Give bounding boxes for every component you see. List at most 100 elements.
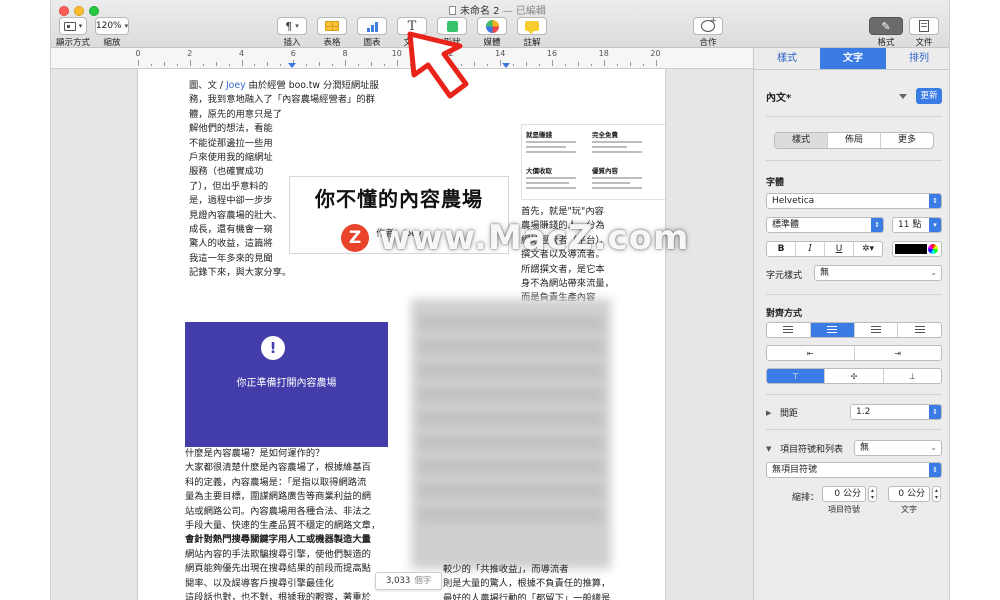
comment-button[interactable] <box>517 17 547 35</box>
document-label: 文件 <box>915 38 933 48</box>
ruler-number: 16 <box>546 49 558 58</box>
tab-text[interactable]: 文字 <box>820 48 886 69</box>
minimize-window-button[interactable] <box>74 6 84 16</box>
align-center-button[interactable] <box>810 323 855 337</box>
text-style-buttons: B I U ✲▾ <box>766 241 883 257</box>
disclosure-down-icon[interactable]: ▼ <box>766 445 771 453</box>
spacing-value: 1.2 <box>856 407 871 417</box>
subtab-style[interactable]: 樣式 <box>775 133 828 148</box>
watermark: Z www.MacZ.com <box>341 218 689 258</box>
exclamation-icon: ! <box>261 336 285 360</box>
tab-arrange[interactable]: 排列 <box>886 48 949 69</box>
inline-image-thumbnail[interactable]: 就是賺錢 完全免費 大價收取 優質內容 <box>521 124 665 200</box>
ruler-number: 10 <box>391 49 402 58</box>
ruler-tick <box>655 60 657 66</box>
comment-label: 註解 <box>523 38 541 48</box>
align-top-button[interactable]: ⊤ <box>767 369 826 383</box>
view-button[interactable]: ▾ <box>59 17 87 35</box>
zoom-select[interactable]: 120% ▾ <box>95 17 129 35</box>
insert-button[interactable]: ¶ ▾ <box>277 17 307 35</box>
align-bottom-button[interactable]: ⊥ <box>884 369 941 383</box>
author-link[interactable]: Joey <box>226 80 246 91</box>
chart-icon <box>366 21 378 32</box>
text-color-well[interactable] <box>892 241 942 257</box>
disclosure-triangle-icon[interactable] <box>899 94 907 99</box>
bullet-indent-field[interactable]: 0 公分 <box>822 486 866 502</box>
ruler-tick <box>629 62 631 66</box>
font-size-field[interactable]: 11 點 ▾ <box>892 217 942 233</box>
disclosure-right-icon[interactable]: ▶ <box>766 409 771 417</box>
align-right-button[interactable] <box>855 323 899 337</box>
font-weight-value: 標準體 <box>772 220 800 230</box>
text-line: 網站內容的手法欺騙搜尋引擎，使他們製造的 <box>185 548 371 560</box>
bullets-select[interactable]: 無 ⌄ <box>854 440 942 456</box>
increase-indent-button[interactable]: ⇥ <box>855 346 942 360</box>
window-title: 未命名 2 — 已編輯 <box>449 2 546 17</box>
text-indent-field[interactable]: 0 公分 <box>888 486 930 502</box>
chevron-down-icon: ▾ <box>929 218 941 232</box>
text-line: 這段話也對，也不對，根據我的觀察，著重於 <box>185 592 371 600</box>
decrease-indent-button[interactable]: ⇤ <box>767 346 855 360</box>
paragraph-style-row[interactable]: 內文* 更新 <box>766 88 942 106</box>
zoom-window-button[interactable] <box>89 6 99 16</box>
bullet-type-select[interactable]: 無項目符號 ⇕ <box>766 462 942 478</box>
watermark-text: www.MacZ.com <box>379 218 690 258</box>
font-weight-select[interactable]: 標準體 ⇕ <box>766 217 884 233</box>
text-line: 最好的人農場行動的「都留下」一般總是 <box>443 592 611 600</box>
zoom-label: 縮放 <box>103 38 121 48</box>
collaborate-button[interactable] <box>693 16 723 35</box>
align-middle-button[interactable]: ✣ <box>825 369 884 383</box>
close-window-button[interactable] <box>59 6 69 16</box>
bottom-right-text[interactable]: 較少的「共推收益」，而導流者 則是大量的驚人，根據不負責任的推算， 最好的人農場… <box>443 563 663 600</box>
text-line: 大家都很清楚什麼是內容農場了，根據維基百 <box>185 462 371 474</box>
tab-style[interactable]: 樣式 <box>754 48 820 69</box>
text-line: 科的定義，內容農場是：「是指以取得網路流 <box>185 476 367 488</box>
word-count-badge[interactable]: 3,033 個字 <box>375 572 443 590</box>
update-style-button[interactable]: 更新 <box>916 88 942 104</box>
chart-button[interactable] <box>357 17 387 35</box>
document-page[interactable]: 圖、文 / Joey 由於經營 boo.tw 分潤短網址服 務，我到意地融入了「… <box>138 69 665 600</box>
spacing-label: 間距 <box>780 409 799 419</box>
ruler-tick <box>267 62 269 66</box>
underline-button[interactable]: U <box>825 242 854 256</box>
alert-text: 你正準備打開內容農場 <box>236 378 337 389</box>
align-left-button[interactable] <box>767 323 811 337</box>
text-indent-stepper[interactable]: ▴ ▾ <box>932 486 941 502</box>
word-count-unit: 個字 <box>414 576 432 586</box>
table-button[interactable] <box>317 17 347 35</box>
align-justify-button[interactable] <box>898 323 941 337</box>
left-indent-marker[interactable] <box>288 63 296 68</box>
blurred-image[interactable] <box>411 299 611 569</box>
text-line: 所謂撰文者，是它本 <box>521 263 605 275</box>
subtab-layout[interactable]: 佈局 <box>828 133 881 148</box>
paragraph-style-name: 內文* <box>766 93 792 104</box>
color-wheel-icon[interactable] <box>928 244 938 254</box>
collaborate-label: 合作 <box>699 38 717 48</box>
text-line: 體，原先的用意只是了 <box>189 108 282 120</box>
ruler-scale: 02468101214161820 <box>135 48 665 69</box>
comment-icon <box>525 21 539 34</box>
bullet-indent-stepper[interactable]: ▴ ▾ <box>868 486 877 502</box>
alignment-heading: 對齊方式 <box>766 309 803 319</box>
char-style-select[interactable]: 無 ⌄ <box>814 265 942 281</box>
spacing-select[interactable]: 1.2 ⇕ <box>850 404 942 420</box>
format-button[interactable]: ✎ <box>869 17 903 35</box>
document-button[interactable] <box>909 17 939 35</box>
font-family-value: Helvetica <box>772 196 815 206</box>
ruler[interactable]: 02468101214161820 <box>51 48 753 69</box>
text-line: 會針對熱門搜尋關鍵字用人工或機器製造大量 <box>185 534 371 546</box>
font-family-select[interactable]: Helvetica ⇕ <box>766 193 942 209</box>
alert-image[interactable]: ! 你正準備打開內容農場 <box>185 322 388 447</box>
paragraph-icon: ¶ <box>285 19 293 33</box>
zoom-value: 120% <box>95 21 122 31</box>
gear-icon[interactable]: ✲▾ <box>854 242 882 256</box>
bold-button[interactable]: B <box>767 242 796 256</box>
ruler-tick <box>189 60 191 66</box>
word-count-value: 3,033 <box>386 576 411 586</box>
italic-button[interactable]: I <box>796 242 825 256</box>
watermark-logo: Z <box>341 224 369 252</box>
document-canvas[interactable]: 圖、文 / Joey 由於經營 boo.tw 分潤短網址服 務，我到意地融入了「… <box>51 69 753 600</box>
subtab-more[interactable]: 更多 <box>881 133 933 148</box>
bullet-indent-caption: 項目符號 <box>828 505 860 514</box>
body-text[interactable]: 什麼是內容農場？是如何運作的？ 大家都很清楚什麼是內容農場了，根據維基百 科的定… <box>185 447 400 600</box>
